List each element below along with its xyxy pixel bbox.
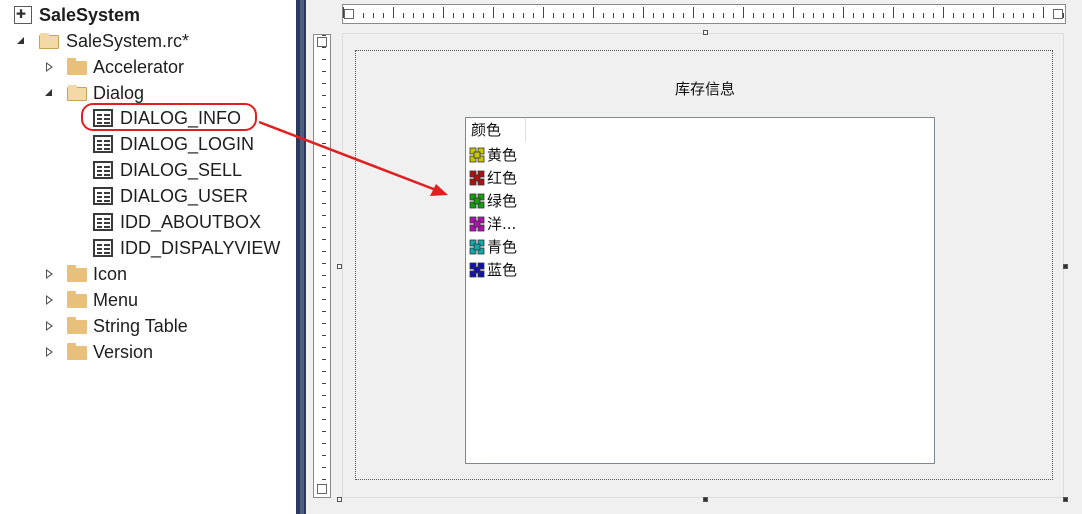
tree-item-rc-file[interactable]: SaleSystem.rc* xyxy=(0,28,296,54)
color-flower-icon xyxy=(469,147,485,163)
tree-item-label: Icon xyxy=(93,264,128,284)
list-control[interactable]: 颜色 黄色 红色 绿色 洋... 青色 蓝色 xyxy=(465,117,935,464)
expanded-arrow-icon[interactable] xyxy=(17,37,24,44)
resize-handle-bottom-right[interactable] xyxy=(1063,497,1068,502)
tree-item-label: IDD_ABOUTBOX xyxy=(120,212,262,232)
tree-item-idd-aboutbox[interactable]: IDD_ABOUTBOX xyxy=(0,209,296,235)
resize-handle-bottom-left[interactable] xyxy=(337,497,342,502)
tree-item-label: Menu xyxy=(93,290,139,310)
resize-handle-left[interactable] xyxy=(337,264,342,269)
tree-item-dialog-sell[interactable]: DIALOG_SELL xyxy=(0,157,296,183)
tree-item-label: DIALOG_USER xyxy=(120,186,249,206)
horizontal-ruler[interactable] xyxy=(342,4,1066,24)
list-item-label: 黄色 xyxy=(487,146,518,164)
tree-item-idd-dispalyview[interactable]: IDD_DISPALYVIEW xyxy=(0,235,296,261)
color-flower-icon xyxy=(469,193,485,209)
collapsed-arrow-icon[interactable] xyxy=(46,347,53,357)
tree-item-label: String Table xyxy=(93,316,188,336)
resource-view-tree: ✚ SaleSystem SaleSystem.rc* Accelerator … xyxy=(0,0,296,514)
dialog-resource-icon xyxy=(93,187,113,205)
tree-item-dialog-user[interactable]: DIALOG_USER xyxy=(0,183,296,209)
ruler-guide-handle[interactable] xyxy=(317,484,327,494)
tree-item-label: Accelerator xyxy=(93,57,185,77)
icon-shape xyxy=(469,239,485,255)
dialog-resource-icon xyxy=(93,213,113,231)
tree-item-label: DIALOG_LOGIN xyxy=(120,134,255,154)
highlight-oval-annotation xyxy=(81,103,257,131)
color-flower-icon xyxy=(469,262,485,278)
collapsed-arrow-icon[interactable] xyxy=(46,295,53,305)
dialog-resource-icon xyxy=(93,239,113,257)
tree-item-dialog-login[interactable]: DIALOG_LOGIN xyxy=(0,131,296,157)
pane-splitter-highlight xyxy=(300,0,304,514)
folder-icon xyxy=(67,265,87,282)
folder-icon xyxy=(67,58,87,75)
color-flower-icon xyxy=(469,170,485,186)
tree-root-label: SaleSystem xyxy=(39,5,141,25)
vertical-ruler[interactable] xyxy=(313,34,331,498)
dialog-resource-icon xyxy=(93,161,113,179)
tree-item-menu[interactable]: Menu xyxy=(0,287,296,313)
resize-handle-bottom[interactable] xyxy=(703,497,708,502)
tree-item-icon[interactable]: Icon xyxy=(0,261,296,287)
folder-open-icon xyxy=(39,33,59,49)
resize-handle-top[interactable] xyxy=(703,30,708,35)
color-flower-icon xyxy=(469,216,485,232)
icon-shape xyxy=(469,262,485,278)
static-text-title[interactable]: 库存信息 xyxy=(660,78,750,99)
color-flower-icon xyxy=(469,239,485,255)
folder-open-icon xyxy=(67,85,87,101)
ruler-guide-handle[interactable] xyxy=(344,9,354,19)
collapsed-arrow-icon[interactable] xyxy=(46,269,53,279)
tree-item-label: DIALOG_SELL xyxy=(120,160,243,180)
expanded-arrow-icon[interactable] xyxy=(45,89,52,96)
tree-item-label: IDD_DISPALYVIEW xyxy=(120,238,281,258)
icon-shape xyxy=(469,147,485,163)
folder-icon xyxy=(67,291,87,308)
tree-item-string-table[interactable]: String Table xyxy=(0,313,296,339)
tree-item-version[interactable]: Version xyxy=(0,339,296,365)
folder-icon xyxy=(67,317,87,334)
dialog-resource-icon xyxy=(93,135,113,153)
tree-item-label: SaleSystem.rc* xyxy=(66,31,190,51)
list-item-label: 绿色 xyxy=(487,192,518,210)
tree-item-label: Version xyxy=(93,342,154,362)
tree-root-item[interactable]: ✚ SaleSystem xyxy=(0,2,296,28)
list-item-label: 洋... xyxy=(487,215,517,233)
ruler-guide-handle[interactable] xyxy=(317,37,327,47)
collapsed-arrow-icon[interactable] xyxy=(46,62,53,72)
list-item-label: 青色 xyxy=(487,238,518,256)
list-column-header[interactable]: 颜色 xyxy=(466,118,526,142)
folder-icon xyxy=(67,343,87,360)
icon-shape xyxy=(469,170,485,186)
project-icon: ✚ xyxy=(14,6,32,24)
resize-handle-right[interactable] xyxy=(1063,264,1068,269)
ruler-guide-handle[interactable] xyxy=(1053,9,1063,19)
list-item-label: 红色 xyxy=(487,169,518,187)
tree-item-accelerator[interactable]: Accelerator xyxy=(0,54,296,80)
icon-shape xyxy=(469,193,485,209)
icon-shape xyxy=(469,216,485,232)
list-item-label: 蓝色 xyxy=(487,261,518,279)
collapsed-arrow-icon[interactable] xyxy=(46,321,53,331)
